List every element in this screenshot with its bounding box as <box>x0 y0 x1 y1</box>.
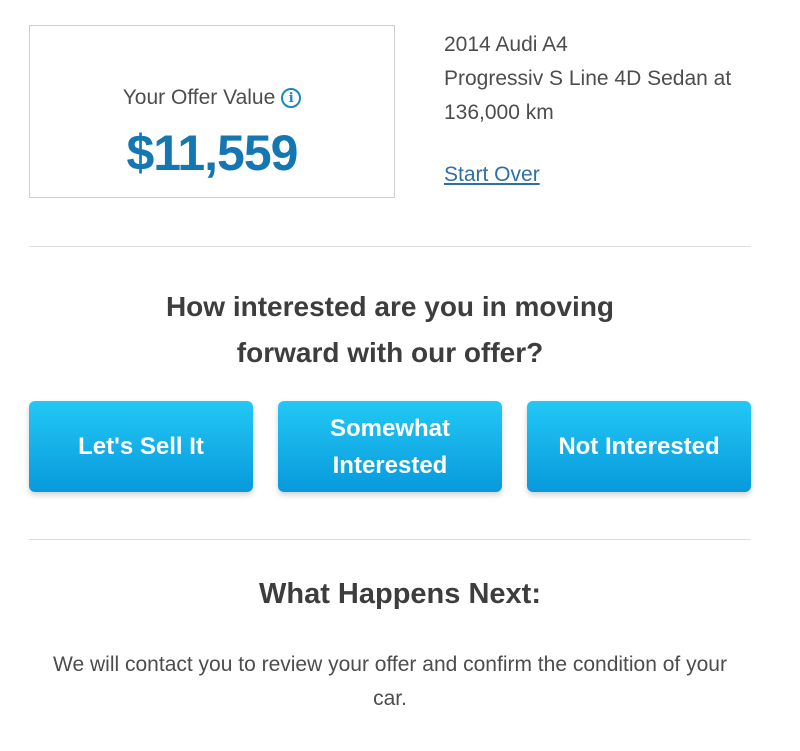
vehicle-description: Progressiv S Line 4D Sedan at 136,000 km <box>444 67 732 124</box>
somewhat-interested-label: Somewhat Interested <box>330 410 450 484</box>
lets-sell-it-button[interactable]: Let's Sell It <box>29 401 253 492</box>
lets-sell-it-label: Let's Sell It <box>78 433 204 460</box>
divider <box>29 246 751 247</box>
somewhat-interested-line-2: Interested <box>332 451 448 479</box>
offer-label-row: Your Offer Value i <box>30 86 394 110</box>
vehicle-info: 2014 Audi A4 Progressiv S Line 4D Sedan … <box>444 28 774 130</box>
offer-value-amount: $11,559 <box>126 125 299 181</box>
not-interested-button[interactable]: Not Interested <box>527 401 751 492</box>
interest-question-line-2: forward with our offer? <box>236 337 544 368</box>
interest-question: How interested are you in moving forward… <box>100 284 680 376</box>
offer-value-card: Your Offer Value i $11,559 <box>29 25 395 198</box>
somewhat-interested-button[interactable]: Somewhat Interested <box>278 401 502 492</box>
divider <box>29 539 751 540</box>
what-happens-next-body: We will contact you to review your offer… <box>53 653 727 710</box>
what-happens-next-heading: What Happens Next: <box>259 578 541 610</box>
not-interested-label: Not Interested <box>558 433 720 460</box>
start-over-link[interactable]: Start Over <box>444 163 540 187</box>
offer-value-label: Your Offer Value <box>122 86 276 109</box>
vehicle-title: 2014 Audi A4 <box>444 33 568 56</box>
info-icon[interactable]: i <box>281 88 302 108</box>
interest-question-line-1: How interested are you in moving <box>165 291 615 322</box>
somewhat-interested-line-1: Somewhat <box>329 414 451 442</box>
